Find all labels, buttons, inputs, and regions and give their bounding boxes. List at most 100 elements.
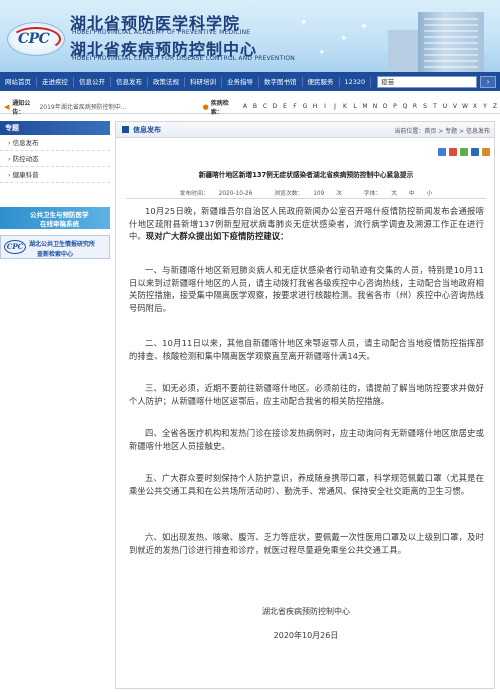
advice-point: 一、与新疆喀什地区新冠肺炎病人和无症状感染者行动轨迹有交集的人员，特别是10月1… bbox=[129, 265, 484, 313]
share-icon[interactable] bbox=[449, 148, 457, 156]
sidebar-heading: 专题 bbox=[0, 121, 110, 135]
nav-item-research[interactable]: 科研培训 bbox=[185, 76, 222, 87]
article-panel: 信息发布 当前位置：首页 > 专题 > 信息发布 新疆喀什地区新增137例无症状… bbox=[115, 121, 495, 689]
letter-link[interactable]: K bbox=[340, 103, 350, 110]
notice-link[interactable]: 2019年湖北省疾病预防控制中... bbox=[39, 102, 132, 111]
letter-link[interactable]: H bbox=[310, 103, 320, 110]
advice-point: 四、全省各医疗机构和发热门诊在接诊发热病例时，应主动询问有无新疆喀什地区旅居史或… bbox=[129, 428, 484, 451]
letter-link[interactable]: C bbox=[260, 103, 270, 110]
speaker-icon: ◀ bbox=[4, 102, 10, 111]
letter-link[interactable]: Z bbox=[490, 103, 500, 110]
nav-item-news[interactable]: 信息发布 bbox=[111, 76, 148, 87]
share-icon[interactable] bbox=[482, 148, 490, 156]
letter-link[interactable]: P bbox=[390, 103, 400, 110]
share-icons bbox=[435, 148, 490, 156]
nav-item-guidance[interactable]: 业务指导 bbox=[222, 76, 259, 87]
advice-point: 六、如出现发热、咳嗽、腹泻、乏力等症状，要佩戴一次性医用口罩及以上级别口罩，及时… bbox=[129, 532, 484, 555]
advice-point: 三、如无必须，近期不要前往新疆喀什地区。必须前往的，请提前了解当地防控要求并做好… bbox=[129, 383, 484, 406]
nav-item-home[interactable]: 网站首页 bbox=[0, 76, 37, 87]
letter-link[interactable]: N bbox=[370, 103, 380, 110]
cdc-logo[interactable]: CPC bbox=[7, 22, 65, 56]
search-button[interactable]: › bbox=[480, 75, 497, 88]
search-icon: ● bbox=[202, 102, 209, 111]
section-title: 信息发布 bbox=[133, 126, 161, 134]
font-medium-button[interactable]: 中 bbox=[409, 191, 415, 197]
banner-subtitle: 在线审稿系统 bbox=[40, 220, 79, 228]
letter-index: A B C D E F G H I J K L M N O P Q R S T … bbox=[240, 103, 500, 110]
logo-text: CPC bbox=[18, 31, 50, 47]
letter-link[interactable]: X bbox=[470, 103, 480, 110]
institute-logo: CPC bbox=[4, 240, 26, 254]
site-header: CPC 湖北省预防医学科学院 HUBEI PROVINCIAL ACADEMY … bbox=[0, 0, 500, 72]
article-title: 新疆喀什地区新增137例无症状感染者湖北省疾病预防控制中心紧急提示 bbox=[198, 171, 414, 179]
notice-bar: ◀ 通知公告： 2019年湖北省疾病预防控制中... ● 疾病检索： A B C… bbox=[0, 99, 500, 116]
nav-item-services[interactable]: 便民服务 bbox=[303, 76, 340, 87]
sidebar-item-prevention[interactable]: 防控动态 bbox=[0, 151, 110, 167]
panel-header: 信息发布 当前位置：首页 > 专题 > 信息发布 bbox=[116, 122, 494, 138]
font-small-button[interactable]: 小 bbox=[427, 191, 433, 197]
share-icon[interactable] bbox=[438, 148, 446, 156]
nav-item-library[interactable]: 数字图书馆 bbox=[259, 76, 303, 87]
site-subtitle-cdc-en: HUBEI PROVINCIAL CENTER FOR DISEASE CONT… bbox=[72, 55, 295, 62]
bird-decoration: ✦ bbox=[340, 34, 348, 44]
publish-date: 2020-10-26 bbox=[218, 191, 253, 197]
main-nav: 网站首页 走进疾控 信息公开 信息发布 政策法规 科研培训 业务指导 数字图书馆… bbox=[0, 72, 500, 91]
letter-link[interactable]: Y bbox=[480, 103, 490, 110]
advice-point: 五、广大群众要时刻保持个人防护意识，养成随身携带口罩，科学规范佩戴口罩（尤其是在… bbox=[129, 473, 484, 496]
breadcrumb: 当前位置：首页 > 专题 > 信息发布 bbox=[394, 128, 490, 135]
bird-decoration: ✦ bbox=[360, 22, 368, 32]
letter-link[interactable]: G bbox=[300, 103, 310, 110]
advice-point: 二、10月11日以来，其他自新疆喀什地区来鄂返鄂人员，请主动配合当地疫情防控指挥… bbox=[129, 338, 484, 361]
font-large-button[interactable]: 大 bbox=[391, 191, 397, 197]
disease-search-label: 疾病检索： bbox=[210, 99, 229, 116]
letter-link[interactable]: V bbox=[450, 103, 460, 110]
letter-link[interactable]: M bbox=[360, 103, 370, 110]
divider bbox=[126, 198, 486, 199]
signature: 湖北省疾病预防控制中心 bbox=[262, 607, 350, 616]
nav-item-hotline[interactable]: 12320 bbox=[340, 76, 372, 87]
letter-link[interactable]: B bbox=[250, 103, 260, 110]
letter-link[interactable]: L bbox=[350, 103, 360, 110]
research-institute-banner[interactable]: CPC 湖北公共卫生情报研究所 查新检索中心 bbox=[0, 235, 110, 259]
building-image bbox=[388, 30, 420, 72]
article-meta: 发布时间： 2020-10-26 浏览次数： 109 次 字体： 大 中 小 bbox=[116, 188, 496, 197]
letter-link[interactable]: W bbox=[460, 103, 470, 110]
view-count: 109 bbox=[313, 191, 325, 197]
nav-item-about[interactable]: 走进疾控 bbox=[37, 76, 74, 87]
letter-link[interactable]: F bbox=[290, 103, 300, 110]
section-icon bbox=[122, 126, 129, 133]
share-icon[interactable] bbox=[471, 148, 479, 156]
letter-link[interactable]: R bbox=[410, 103, 420, 110]
bird-decoration: ✦ bbox=[300, 18, 308, 28]
letter-link[interactable]: E bbox=[280, 103, 290, 110]
letter-link[interactable]: U bbox=[440, 103, 450, 110]
review-system-banner[interactable]: 公共卫生与预防医学 在线审稿系统 bbox=[0, 207, 110, 229]
letter-link[interactable]: O bbox=[380, 103, 390, 110]
letter-link[interactable]: I bbox=[320, 103, 330, 110]
site-subtitle-academy-en: HUBEI PROVINCIAL ACADEMY OF PREVENTIVE M… bbox=[72, 29, 251, 36]
share-icon[interactable] bbox=[460, 148, 468, 156]
search-input[interactable]: 疫苗 bbox=[377, 75, 478, 88]
letter-link[interactable]: T bbox=[430, 103, 440, 110]
letter-link[interactable]: D bbox=[270, 103, 280, 110]
signature-date: 2020年10月26日 bbox=[273, 631, 339, 640]
letter-link[interactable]: S bbox=[420, 103, 430, 110]
date-label: 发布时间： bbox=[179, 191, 209, 197]
views-unit: 次 bbox=[336, 191, 342, 197]
views-label: 浏览次数： bbox=[274, 191, 304, 197]
sidebar-item-news[interactable]: 信息发布 bbox=[0, 135, 110, 151]
nav-item-disclosure[interactable]: 信息公开 bbox=[74, 76, 111, 87]
font-label: 字体： bbox=[363, 191, 382, 197]
nav-item-policy[interactable]: 政策法规 bbox=[148, 76, 185, 87]
letter-link[interactable]: A bbox=[240, 103, 250, 110]
banner-title: 湖北公共卫生情报研究所 bbox=[29, 241, 96, 248]
letter-link[interactable]: Q bbox=[400, 103, 410, 110]
letter-link[interactable]: J bbox=[330, 103, 340, 110]
article-intro: 10月25日晚，新疆维吾尔自治区人民政府新闻办公室召开喀什疫情防控新闻发布会通报… bbox=[129, 205, 484, 243]
sidebar-item-health[interactable]: 健康科普 bbox=[0, 167, 110, 183]
banner-subtitle: 查新检索中心 bbox=[37, 251, 74, 258]
building-image bbox=[418, 12, 484, 72]
intro-emphasis: 现对广大群众提出如下疫情防控建议： bbox=[145, 231, 289, 242]
notice-label: 通知公告： bbox=[12, 99, 31, 116]
sidebar: 专题 信息发布 防控动态 健康科普 公共卫生与预防医学 在线审稿系统 CPC 湖… bbox=[0, 121, 110, 259]
